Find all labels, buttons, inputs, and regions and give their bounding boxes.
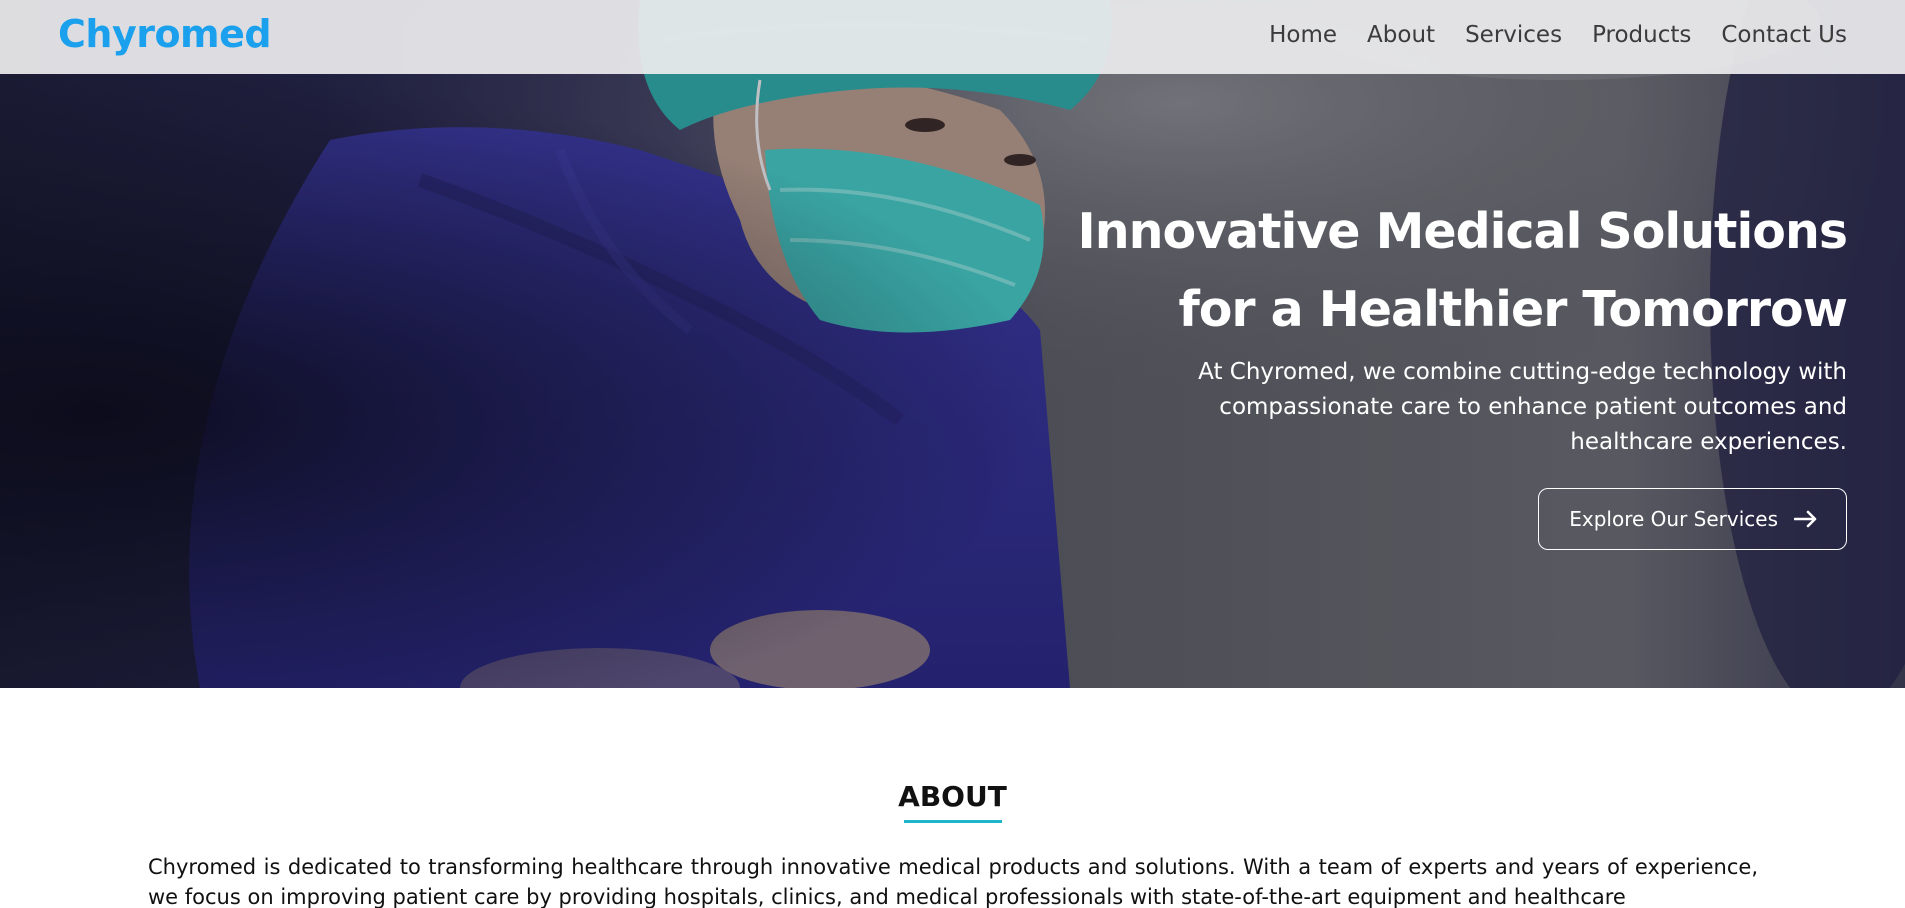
- hero-subtitle: At Chyromed, we combine cutting-edge tec…: [1198, 359, 1847, 455]
- hero-title-line-2: for a Healthier Tomorrow: [1178, 281, 1848, 338]
- hero-title-line-1: Innovative Medical Solutions: [1077, 203, 1848, 260]
- explore-services-label: Explore Our Services: [1569, 507, 1778, 531]
- nav-item-services[interactable]: Services: [1465, 22, 1562, 48]
- hero-section: Innovative Medical Solutions for a Healt…: [0, 0, 1905, 688]
- hero-content: Innovative Medical Solutions for a Healt…: [947, 193, 1848, 550]
- nav-item-home[interactable]: Home: [1269, 22, 1337, 48]
- hero-title: Innovative Medical Solutions for a Healt…: [947, 193, 1848, 349]
- site-header: Chyromed Home About Services Products Co…: [0, 0, 1905, 74]
- explore-services-button[interactable]: Explore Our Services: [1538, 488, 1847, 550]
- main-nav: Home About Services Products Contact Us: [1269, 22, 1847, 48]
- about-title: ABOUT: [898, 780, 1007, 813]
- nav-item-about[interactable]: About: [1367, 22, 1435, 48]
- brand-logo[interactable]: Chyromed: [58, 12, 272, 56]
- arrow-right-icon: [1794, 510, 1817, 528]
- about-body-text: Chyromed is dedicated to transforming he…: [148, 855, 1758, 908]
- about-title-underline: [904, 820, 1002, 823]
- nav-item-products[interactable]: Products: [1592, 22, 1691, 48]
- nav-item-contact-us[interactable]: Contact Us: [1721, 22, 1847, 48]
